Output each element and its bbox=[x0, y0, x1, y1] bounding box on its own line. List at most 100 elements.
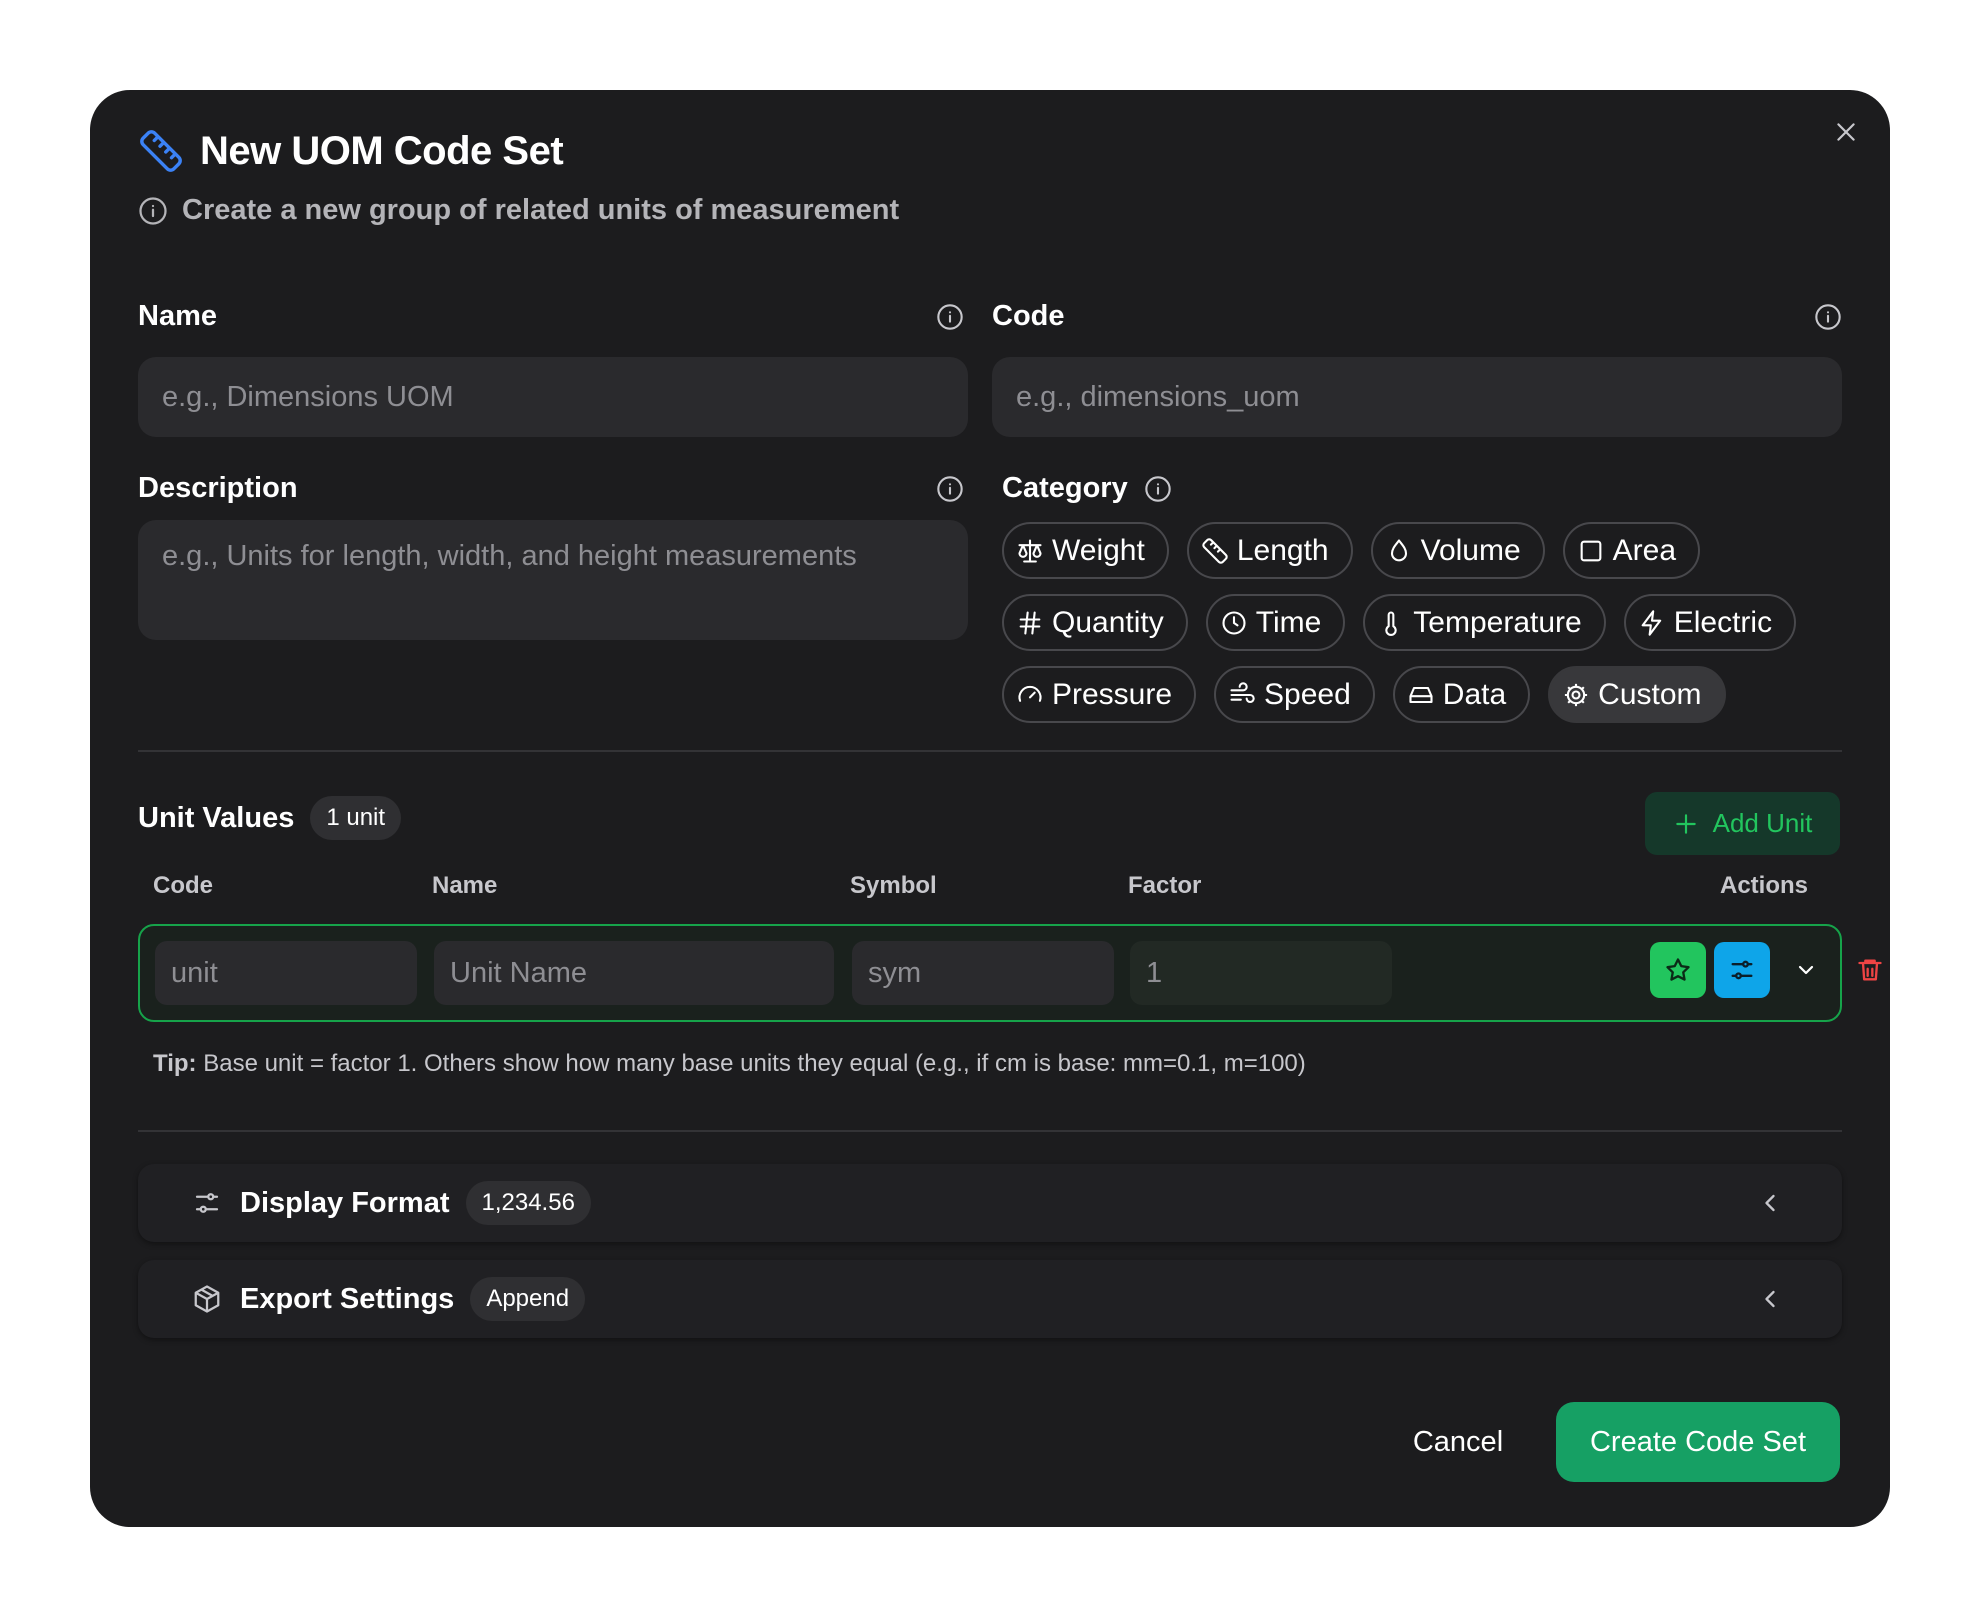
chip-label: Length bbox=[1236, 533, 1329, 567]
column-header-symbol: Symbol bbox=[850, 872, 937, 899]
description-label-row: Description bbox=[138, 472, 964, 505]
info-icon[interactable] bbox=[936, 475, 964, 503]
section-divider bbox=[138, 1130, 1842, 1132]
chip-label: Speed bbox=[1264, 677, 1351, 711]
category-chip-custom[interactable]: Custom bbox=[1548, 666, 1726, 723]
star-icon bbox=[1666, 958, 1690, 981]
category-chip-quantity[interactable]: Quantity bbox=[1002, 594, 1188, 651]
unit-code-input[interactable]: unit bbox=[155, 941, 417, 1005]
category-chip-temperature[interactable]: Temperature bbox=[1363, 594, 1606, 651]
chip-label: Time bbox=[1255, 605, 1322, 639]
category-chip-time[interactable]: Time bbox=[1205, 594, 1346, 651]
category-chip-length[interactable]: Length bbox=[1186, 522, 1353, 579]
add-unit-label: Add Unit bbox=[1712, 808, 1813, 838]
chevron-down-icon bbox=[1798, 965, 1814, 975]
dialog-subtitle-row: Create a new group of related units of m… bbox=[138, 194, 899, 227]
unit-symbol-input[interactable]: sym bbox=[852, 941, 1114, 1005]
close-icon bbox=[1837, 123, 1855, 141]
category-chip-pressure[interactable]: Pressure bbox=[1002, 666, 1197, 723]
info-icon[interactable] bbox=[1814, 303, 1842, 331]
category-chip-data[interactable]: Data bbox=[1392, 666, 1531, 723]
column-header-code: Code bbox=[153, 872, 213, 899]
cog-icon bbox=[1565, 683, 1588, 706]
unit-name-input[interactable]: Unit Name bbox=[434, 941, 834, 1005]
info-icon[interactable] bbox=[936, 303, 964, 331]
category-chip-speed[interactable]: Speed bbox=[1214, 666, 1375, 723]
dialog-subtitle: Create a new group of related units of m… bbox=[182, 194, 900, 226]
chip-label: Quantity bbox=[1052, 605, 1164, 639]
column-header-actions: Actions bbox=[1720, 872, 1809, 899]
chip-label: Area bbox=[1612, 533, 1677, 567]
chip-label: Pressure bbox=[1052, 677, 1173, 711]
export-settings-accordion[interactable]: Export Settings Append bbox=[138, 1260, 1842, 1338]
add-unit-button[interactable]: Add Unit bbox=[1645, 792, 1840, 855]
droplet-icon bbox=[1390, 538, 1407, 561]
new-uom-code-set-dialog: New UOM Code Set Create a new group of r… bbox=[90, 90, 1890, 1527]
code-label: Code bbox=[992, 300, 1065, 332]
chip-label: Data bbox=[1442, 677, 1507, 711]
display-format-badge: 1,234.56 bbox=[465, 1181, 591, 1225]
ruler-icon bbox=[1202, 537, 1228, 564]
cancel-button[interactable]: Cancel bbox=[1388, 1402, 1528, 1482]
export-settings-title: Export Settings bbox=[240, 1282, 455, 1315]
category-chip-group: Weight Length Volume Area Quantity Time … bbox=[1002, 522, 1862, 738]
bolt-icon bbox=[1641, 609, 1661, 636]
set-base-unit-button[interactable] bbox=[1650, 942, 1706, 998]
chevron-left-icon bbox=[1756, 1285, 1784, 1313]
clock-icon bbox=[1222, 610, 1246, 635]
close-button[interactable] bbox=[1826, 112, 1866, 152]
tip-label: Tip: bbox=[153, 1050, 197, 1077]
description-label: Description bbox=[138, 472, 298, 504]
display-format-title: Display Format bbox=[240, 1186, 450, 1219]
category-chip-weight[interactable]: Weight bbox=[1002, 522, 1169, 579]
info-icon bbox=[138, 196, 168, 226]
name-label-row: Name bbox=[138, 300, 964, 333]
category-chip-volume[interactable]: Volume bbox=[1370, 522, 1545, 579]
trash-icon bbox=[1858, 959, 1882, 981]
export-settings-badge: Append bbox=[470, 1277, 586, 1321]
dialog-title: New UOM Code Set bbox=[200, 128, 564, 173]
square-icon bbox=[1580, 540, 1602, 561]
dialog-header: New UOM Code Set bbox=[138, 128, 564, 174]
scale-icon bbox=[1018, 538, 1042, 563]
unit-values-header: Unit Values 1 unit bbox=[138, 796, 402, 840]
create-code-set-button[interactable]: Create Code Set bbox=[1556, 1402, 1840, 1482]
gauge-icon bbox=[1018, 685, 1042, 702]
chip-label: Weight bbox=[1052, 533, 1145, 567]
category-label-row: Category bbox=[1002, 472, 1172, 505]
thermometer-icon bbox=[1385, 610, 1397, 636]
wind-icon bbox=[1230, 681, 1255, 703]
unit-row: unit Unit Name sym 1 bbox=[138, 924, 1882, 1022]
name-label: Name bbox=[138, 300, 217, 332]
unit-count-badge: 1 unit bbox=[310, 796, 402, 840]
sliders-icon bbox=[1731, 960, 1753, 980]
info-icon[interactable] bbox=[1144, 475, 1172, 503]
column-header-name: Name bbox=[432, 872, 498, 899]
code-input[interactable]: e.g., dimensions_uom bbox=[992, 357, 1842, 437]
factor-tip: Tip: Base unit = factor 1. Others show h… bbox=[153, 1050, 1306, 1078]
package-icon bbox=[192, 1284, 222, 1314]
unit-values-title: Unit Values bbox=[138, 801, 295, 834]
chip-label: Volume bbox=[1420, 533, 1521, 567]
chevron-left-icon bbox=[1756, 1189, 1784, 1217]
plus-icon bbox=[1675, 813, 1696, 834]
unit-options-button[interactable] bbox=[1714, 942, 1770, 998]
expand-row-button[interactable] bbox=[1778, 942, 1834, 998]
unit-factor-input[interactable]: 1 bbox=[1130, 941, 1392, 1005]
category-chip-area[interactable]: Area bbox=[1562, 522, 1701, 579]
section-divider bbox=[138, 750, 1842, 752]
chip-label: Temperature bbox=[1413, 605, 1582, 639]
hash-icon bbox=[1019, 610, 1041, 635]
delete-unit-button[interactable] bbox=[1842, 942, 1898, 998]
category-chip-electric[interactable]: Electric bbox=[1623, 594, 1797, 651]
display-format-accordion[interactable]: Display Format 1,234.56 bbox=[138, 1164, 1842, 1242]
tip-text: Base unit = factor 1. Others show how ma… bbox=[196, 1050, 1306, 1077]
description-textarea[interactable]: e.g., Units for length, width, and heigh… bbox=[138, 520, 968, 640]
hard-drive-icon bbox=[1409, 686, 1433, 703]
ruler-icon bbox=[138, 128, 184, 174]
chip-label: Custom bbox=[1598, 677, 1702, 711]
code-label-row: Code bbox=[992, 300, 1842, 333]
column-header-factor: Factor bbox=[1128, 872, 1202, 899]
sliders-icon bbox=[192, 1188, 222, 1218]
name-input[interactable]: e.g., Dimensions UOM bbox=[138, 357, 968, 437]
